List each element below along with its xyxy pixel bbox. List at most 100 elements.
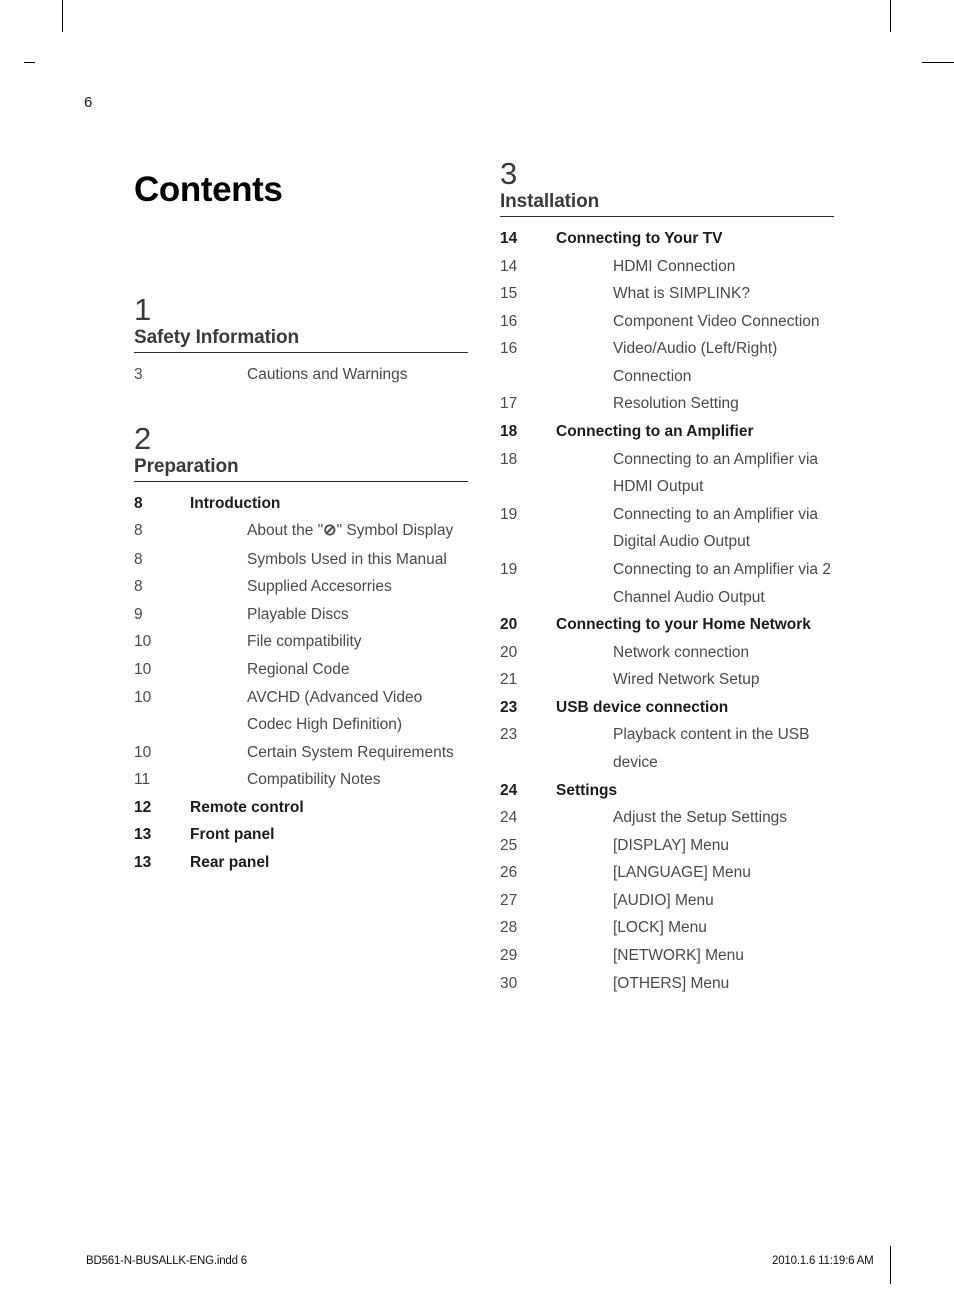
entry-page-number: 12 [134,798,152,816]
contents-entry[interactable]: 9 Playable Discs [134,601,470,629]
contents-section: 3 Installation 14 Connecting to Your TV 14 HD… [500,158,836,997]
entry-page-number: 10 [134,633,152,651]
entry-label: Regional Code [247,660,350,678]
contents-entry[interactable]: 24 Settings [500,777,836,805]
entry-label: Network connection [613,643,750,661]
contents-entry[interactable]: 13 Front panel [134,821,470,849]
entry-label: Front panel [190,826,275,844]
entry-page-number: 24 [500,809,518,827]
entry-label: [LANGUAGE] Menu [613,864,751,882]
entry-page-number: 17 [500,395,518,413]
page-number: 6 [84,94,93,111]
entry-page-number: 16 [500,312,518,330]
section-title: Preparation [134,455,239,477]
section-divider [500,216,834,217]
contents-entry[interactable]: 3 Cautions and Warnings [134,361,470,389]
contents-entry[interactable]: 30 [OTHERS] Menu [500,970,836,998]
entry-label: Connecting to an Amplifier via Digital A… [613,505,819,551]
contents-entry[interactable]: 11 Compatibility Notes [134,766,470,794]
entry-label: Resolution Setting [613,395,739,413]
contents-entry[interactable]: 10 AVCHD (Advanced Video Codec High Defin… [134,684,470,739]
entry-label: USB device connection [556,698,729,716]
contents-entry-list: 8 Introduction 8 About the "⊘" Symbol Displ… [134,490,470,877]
contents-entry[interactable]: 27 [AUDIO] Menu [500,887,836,915]
contents-entry[interactable]: 19 Connecting to an Amplifier via 2 Chann… [500,556,836,611]
entry-label: Connecting to your Home Network [556,616,811,634]
contents-entry[interactable]: 19 Connecting to an Amplifier via Digital… [500,501,836,556]
entry-page-number: 14 [500,230,518,247]
entry-page-number: 13 [134,853,152,871]
entry-page-number: 8 [134,578,143,596]
contents-entry[interactable]: 16 Video/Audio (Left/Right) Connection [500,335,836,390]
contents-entry[interactable]: 12 Remote control [134,794,470,822]
contents-entry[interactable]: 14 Connecting to Your TV [500,225,836,253]
entry-page-number: 21 [500,671,518,689]
contents-entry[interactable]: 20 Connecting to your Home Network [500,611,836,639]
contents-entry[interactable]: 24 Adjust the Setup Settings [500,804,836,832]
contents-entry[interactable]: 14 HDMI Connection [500,253,836,281]
contents-column-left: 1 Safety Information 3 Cautions and Warning… [134,158,470,911]
contents-entry[interactable]: 23 Playback content in the USB device [500,721,836,776]
entry-page-number: 15 [500,285,518,303]
section-divider [134,480,468,482]
section-title: Installation [500,191,600,212]
entry-page-number: 16 [500,340,518,358]
entry-label: HDMI Connection [613,257,736,275]
entry-page-number: 8 [134,550,143,568]
entry-label: About the "⊘" Symbol Display [247,522,454,540]
contents-entry[interactable]: 29 [NETWORK] Menu [500,942,836,970]
manual-contents-page: 6 Contents 1 Safety Information 3 Cautions … [0,0,954,1301]
contents-entry[interactable]: 8 About the "⊘" Symbol Display [134,517,470,545]
entry-page-number: 10 [134,743,152,761]
entry-page-number: 18 [500,450,518,468]
contents-entry[interactable]: 8 Supplied Accesorries [134,573,470,601]
contents-entry[interactable]: 10 Certain System Requirements [134,739,470,767]
entry-label: Video/Audio (Left/Right) Connection [613,340,778,385]
contents-entry[interactable]: 18 Connecting to an Amplifier [500,418,836,446]
contents-entry[interactable]: 28 [LOCK] Menu [500,914,836,942]
entry-page-number: 11 [134,771,151,789]
entry-label: Supplied Accesorries [247,578,392,596]
contents-entry[interactable]: 25 [DISPLAY] Menu [500,832,836,860]
crop-mark-bottom-right-vertical [890,1246,892,1284]
entry-label: Adjust the Setup Settings [613,809,788,827]
right-section-list: 3 Installation 14 Connecting to Your TV 14 HD… [500,158,836,997]
entry-page-number: 24 [500,781,518,799]
entry-label: [OTHERS] Menu [613,974,730,992]
prohibited-symbol-icon: ⊘ [323,522,337,540]
contents-entry[interactable]: 18 Connecting to an Amplifier via HDMI Ou… [500,446,836,501]
contents-entry[interactable]: 15 What is SIMPLINK? [500,280,836,308]
section-title: Safety Information [134,327,299,348]
entry-label: Remote control [190,798,304,816]
entry-page-number: 3 [134,366,143,383]
contents-entry[interactable]: 16 Component Video Connection [500,308,836,336]
contents-entry[interactable]: 26 [LANGUAGE] Menu [500,859,836,887]
contents-column-right: 3 Installation 14 Connecting to Your TV 14 HD… [500,158,836,1031]
contents-entry[interactable]: 21 Wired Network Setup [500,666,836,694]
entry-page-number: 20 [500,643,518,661]
contents-entry-list: 3 Cautions and Warnings [134,361,470,389]
entry-page-number: 28 [500,919,518,937]
entry-page-number: 30 [500,974,518,992]
entry-page-number: 26 [500,864,518,882]
contents-entry[interactable]: 23 USB device connection [500,694,836,722]
section-divider [134,352,468,353]
entry-label: File compatibility [247,633,362,651]
entry-label: Connecting to Your TV [556,230,723,247]
contents-entry[interactable]: 20 Network connection [500,639,836,667]
contents-entry[interactable]: 8 Symbols Used in this Manual [134,546,470,574]
entry-label: Cautions and Warnings [247,366,408,383]
entry-page-number: 25 [500,836,518,854]
footer-filename: BD561-N-BUSALLK-ENG.indd 6 [86,1255,247,1267]
entry-page-number: 19 [500,505,518,523]
contents-entry[interactable]: 13 Rear panel [134,849,470,877]
contents-entry[interactable]: 10 Regional Code [134,656,470,684]
contents-section: 2 Preparation 8 Introduction 8 About the "⊘" … [134,423,470,877]
contents-entry[interactable]: 17 Resolution Setting [500,390,836,418]
entry-page-number: 8 [134,494,143,512]
contents-entry[interactable]: 10 File compatibility [134,628,470,656]
contents-entry[interactable]: 8 Introduction [134,490,470,518]
entry-label: Wired Network Setup [613,671,760,689]
contents-section: 1 Safety Information 3 Cautions and Warning… [134,294,470,389]
entry-label: What is SIMPLINK? [613,285,750,303]
